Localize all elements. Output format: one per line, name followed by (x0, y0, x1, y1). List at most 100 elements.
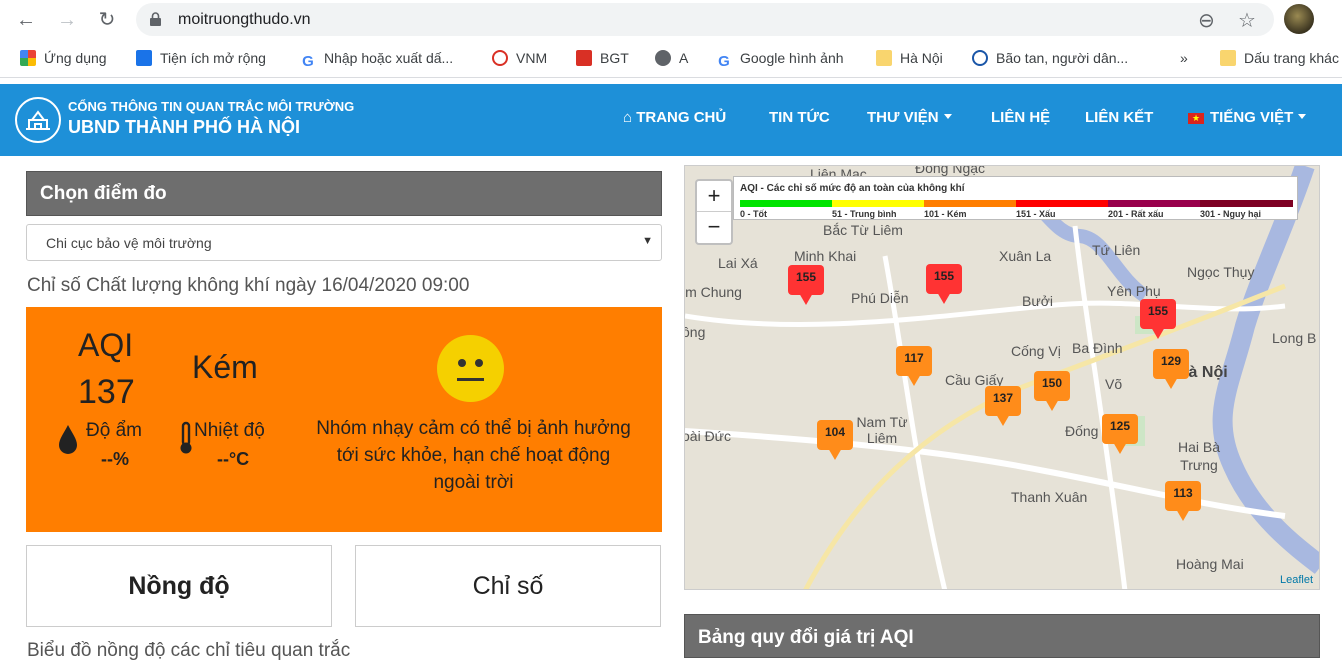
bookmark-other[interactable]: Dấu trang khác (1220, 50, 1339, 66)
nav-label: TRANG CHỦ (636, 109, 727, 126)
bookmark-hanoi[interactable]: Hà Nội (876, 50, 943, 66)
station-marker[interactable]: 125 (1102, 414, 1138, 454)
map-place: Thanh Xuân (1011, 489, 1088, 505)
bookmark-label: A (679, 50, 689, 66)
tab-concentration[interactable]: Nồng độ (26, 545, 332, 627)
avatar[interactable] (1284, 4, 1314, 34)
site-title-line2: UBND THÀNH PHỐ HÀ NỘI (68, 117, 300, 137)
zoom-in-button[interactable]: + (697, 181, 731, 212)
station-marker[interactable]: 117 (896, 346, 932, 386)
lock-icon (150, 12, 161, 26)
legend-swatch-hazardous (1200, 200, 1293, 207)
map-place: Đông Ngạc (915, 165, 986, 176)
map-attribution-link[interactable]: Leaflet (1280, 574, 1313, 586)
aqi-date-heading: Chỉ số Chất lượng không khí ngày 16/04/2… (27, 275, 470, 296)
reload-icon[interactable]: ↻ (95, 8, 119, 32)
back-arrow-icon[interactable]: ← (14, 8, 38, 32)
map-place: Long B (1272, 330, 1317, 346)
nav-home[interactable]: ⌂ TRANG CHỦ (623, 109, 726, 126)
marker-pointer (1176, 509, 1190, 521)
map-place: Minh Khai (794, 248, 857, 264)
station-marker[interactable]: 104 (817, 420, 853, 460)
forward-arrow-icon[interactable]: → (55, 8, 79, 32)
legend-label: 301 - Nguy hại (1200, 209, 1262, 219)
aqi-summary-card: AQI 137 Kém Độ ẩm --% Nhiệt độ --°C Nhóm… (26, 307, 662, 532)
map-place: Hoàng Mai (1176, 556, 1244, 572)
bookmark-label: VNM (516, 50, 548, 66)
station-marker[interactable]: 155 (788, 265, 824, 305)
nav-links[interactable]: LIÊN KẾT (1085, 109, 1153, 126)
neutral-face-icon (437, 335, 504, 402)
caret-down-icon (943, 114, 952, 119)
bookmark-import[interactable]: G Nhập hoặc xuất dấ... (300, 50, 453, 70)
marker-pointer (828, 448, 842, 460)
map-place: Cống Vị (1011, 343, 1061, 359)
map-place: Xuân La (999, 248, 1052, 264)
bookmark-label: Ứng dụng (44, 50, 107, 66)
star-icon[interactable]: ☆ (1238, 8, 1256, 33)
legend-title: AQI - Các chỉ số mức độ an toàn của khôn… (740, 183, 965, 194)
humidity-value: --% (101, 449, 129, 469)
nav-library[interactable]: THƯ VIỆN (867, 109, 952, 126)
bookmark-apps[interactable]: Ứng dụng (20, 50, 107, 66)
zoom-out-button[interactable]: − (697, 212, 731, 243)
apps-grid-icon (20, 50, 36, 66)
bookmark-extensions[interactable]: Tiện ích mở rộng (136, 50, 266, 66)
bookmark-vnm[interactable]: VNM (492, 50, 547, 66)
nav-news[interactable]: TIN TỨC (769, 109, 830, 126)
bookmark-label: Dấu trang khác (1244, 50, 1339, 66)
station-select[interactable]: Chi cục bảo vệ môi trường ▼ (26, 224, 662, 261)
temperature-label: Nhiệt độ (194, 420, 265, 441)
bookmark-news[interactable]: Bão tan, người dân... (972, 50, 1128, 66)
station-marker[interactable]: 137 (985, 386, 1021, 426)
globe-icon (655, 50, 671, 66)
zoom-icon[interactable]: ⊖ (1198, 8, 1215, 33)
hanoi-logo-icon[interactable] (15, 97, 61, 143)
google-icon: G (718, 53, 730, 70)
bookmark-label: BGT (600, 50, 629, 66)
station-marker[interactable]: 113 (1165, 481, 1201, 521)
health-advice: Nhóm nhạy cảm có thể bị ảnh hưởng tới sứ… (316, 418, 631, 493)
humidity-label: Độ ẩm (86, 420, 142, 441)
site-title-line1: CỔNG THÔNG TIN QUAN TRẮC MÔI TRƯỜNG (68, 99, 355, 114)
marker-pointer (937, 292, 951, 304)
legend-swatch-poor (924, 200, 1016, 207)
tab-index[interactable]: Chỉ số (355, 545, 661, 627)
aqi-map[interactable]: Đông Ngạc Liên Mạc Bắc Từ Liêm Lai Xá Mi… (684, 165, 1320, 590)
nav-contact[interactable]: LIÊN HỆ (991, 109, 1050, 126)
nav-label: TIN TỨC (769, 109, 830, 126)
station-marker[interactable]: 155 (926, 264, 962, 304)
legend-label: 51 - Trung bình (832, 209, 897, 219)
bookmarks-overflow[interactable]: » (1180, 50, 1188, 66)
map-place: ông (684, 324, 706, 340)
bookmark-label: Google hình ảnh (740, 50, 844, 66)
marker-pointer (1113, 442, 1127, 454)
nav-language[interactable]: ★ TIẾNG VIỆT (1188, 109, 1307, 126)
water-drop-icon (59, 425, 77, 454)
station-marker[interactable]: 150 (1034, 371, 1070, 411)
bookmark-label: Bão tan, người dân... (996, 50, 1129, 66)
map-place: Ngọc Thụy (1187, 264, 1255, 280)
station-marker[interactable]: 129 (1153, 349, 1189, 389)
aqi-status: Kém (192, 349, 258, 385)
station-marker[interactable]: 155 (1140, 299, 1176, 339)
map-place: Bưởi (1022, 293, 1054, 309)
bookmark-label: Nhập hoặc xuất dấ... (324, 50, 454, 66)
map-place: Bắc Từ Liêm (823, 222, 903, 238)
map-place: Phú Diễn (851, 290, 909, 306)
station-panel-title: Chọn điểm đo (26, 171, 662, 216)
bookmark-label: Tiện ích mở rộng (160, 50, 266, 66)
address-bar[interactable]: moitruongthudo.vn ⊖ ☆ (136, 3, 1274, 36)
legend-swatch-very-bad (1108, 200, 1200, 207)
home-icon: ⌂ (623, 109, 637, 126)
bgt-icon (576, 50, 592, 66)
map-place: im Chung (684, 284, 742, 300)
map-place: Nam Từ Liêm (856, 414, 908, 446)
bookmark-google-images[interactable]: G Google hình ảnh (716, 50, 844, 70)
map-place: Lai Xá (718, 255, 758, 271)
site-header: CỔNG THÔNG TIN QUAN TRẮC MÔI TRƯỜNG UBND… (0, 84, 1342, 156)
bookmark-bgt[interactable]: BGT (576, 50, 629, 66)
bookmark-a[interactable]: A (655, 50, 688, 66)
map-place: Đống (1065, 423, 1099, 439)
google-icon: G (302, 53, 314, 70)
